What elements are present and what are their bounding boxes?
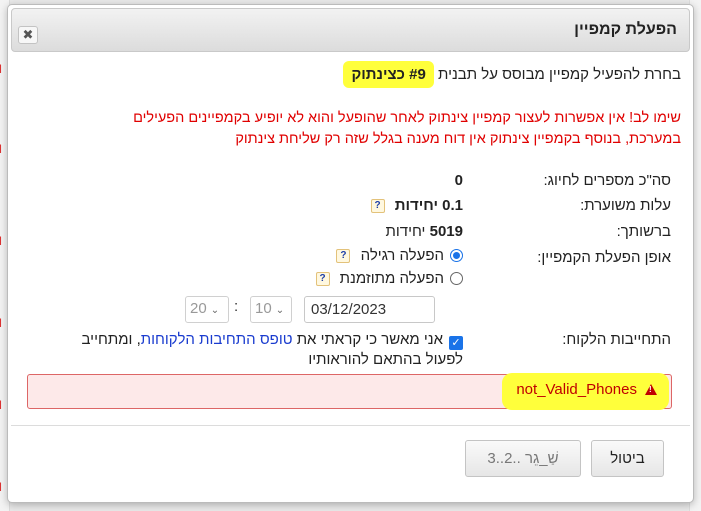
schedule-date-input[interactable]: 03/12/2023: [304, 296, 435, 323]
warning-line-2: במערכת, בנוסף בקמפיין צינתוק אין דוח מענ…: [235, 131, 681, 147]
intro-prefix: בחרת להפעיל קמפיין מבוסס על תבנית: [438, 66, 681, 83]
time-separator: :: [234, 298, 239, 315]
dialog-titlebar: ✖ הפעלת קמפיין: [11, 8, 690, 52]
background-mark: ו: [0, 478, 3, 494]
warning-line-1: שימו לב! אין אפשרות לעצור קמפיין צינתוק …: [133, 110, 681, 126]
background-mark: ו: [0, 140, 3, 156]
balance-label: ברשותך:: [616, 223, 671, 240]
estimated-cost-label: עלות משוערת:: [580, 197, 671, 214]
footer-divider: [11, 425, 690, 426]
commitment-text: ✓ אני מאשר כי קראתי את טופס התחיבות הלקוח…: [43, 330, 463, 370]
cancel-button[interactable]: ביטול: [591, 440, 664, 477]
commitment-form-link[interactable]: טופס התחיבות הלקוחות: [141, 331, 293, 348]
minute-select[interactable]: 10 ⌄: [250, 296, 292, 323]
radio-regular-label: הפעלה רגילה: [360, 247, 444, 264]
commitment-text-1: אני מאשר כי קראתי את: [296, 331, 443, 348]
error-text: not_Valid_Phones: [516, 381, 637, 398]
warning-icon: !: [645, 384, 657, 395]
hour-value: 20: [190, 300, 207, 317]
error-box: ! not_Valid_Phones: [27, 373, 672, 410]
help-icon[interactable]: ?: [336, 249, 351, 263]
background-mark: ו: [0, 314, 3, 330]
commitment-checkbox[interactable]: ✓: [449, 336, 463, 350]
radio-option-scheduled[interactable]: הפעלה מתוזמנת ?: [315, 270, 463, 287]
balance-unit: יחידות: [385, 223, 426, 240]
close-button[interactable]: ✖: [18, 26, 38, 44]
background-mark: ו: [0, 232, 3, 248]
commitment-text-3: לפעול בהתאם להוראותיו: [308, 351, 463, 368]
radio-scheduled[interactable]: [450, 272, 463, 285]
hour-select[interactable]: 20 ⌄: [185, 296, 229, 323]
estimated-cost: 0.1 יחידות ?: [370, 197, 463, 214]
chevron-down-icon: ⌄: [210, 305, 220, 316]
help-icon[interactable]: ?: [315, 272, 330, 286]
chevron-down-icon: ⌄: [275, 305, 285, 316]
activation-mode-label: אופן הפעלת הקמפיין:: [537, 249, 671, 266]
radio-regular[interactable]: [450, 249, 463, 262]
total-numbers-value: 0: [454, 172, 463, 189]
radio-scheduled-label: הפעלה מתוזמנת: [339, 270, 444, 287]
error-message: ! not_Valid_Phones: [502, 373, 669, 410]
commitment-text-2: , ומתחייב: [81, 331, 141, 348]
commitment-label: התחייבות הלקוח:: [562, 331, 671, 348]
balance-value: 5019 יחידות: [386, 223, 464, 240]
radio-option-regular[interactable]: הפעלה רגילה ?: [336, 247, 463, 264]
template-name: #9 כצינתוק: [343, 61, 434, 88]
background-mark: ו: [0, 60, 3, 76]
total-numbers-label: סה"כ מספרים לחיוג:: [543, 172, 671, 189]
minute-value: 10: [255, 300, 272, 317]
send-button[interactable]: 3..2.. שַׁ_גֵר: [465, 440, 581, 477]
balance-number: 5019: [429, 223, 463, 240]
dialog-title: הפעלת קמפיין: [574, 21, 677, 38]
intro-text: בחרת להפעיל קמפיין מבוסס על תבנית #9 כצי…: [41, 61, 681, 88]
help-icon[interactable]: ?: [370, 199, 385, 213]
warning-message: שימו לב! אין אפשרות לעצור קמפיין צינתוק …: [31, 108, 681, 150]
estimated-cost-value: 0.1 יחידות: [394, 197, 463, 214]
background-mark: ו: [0, 396, 3, 412]
